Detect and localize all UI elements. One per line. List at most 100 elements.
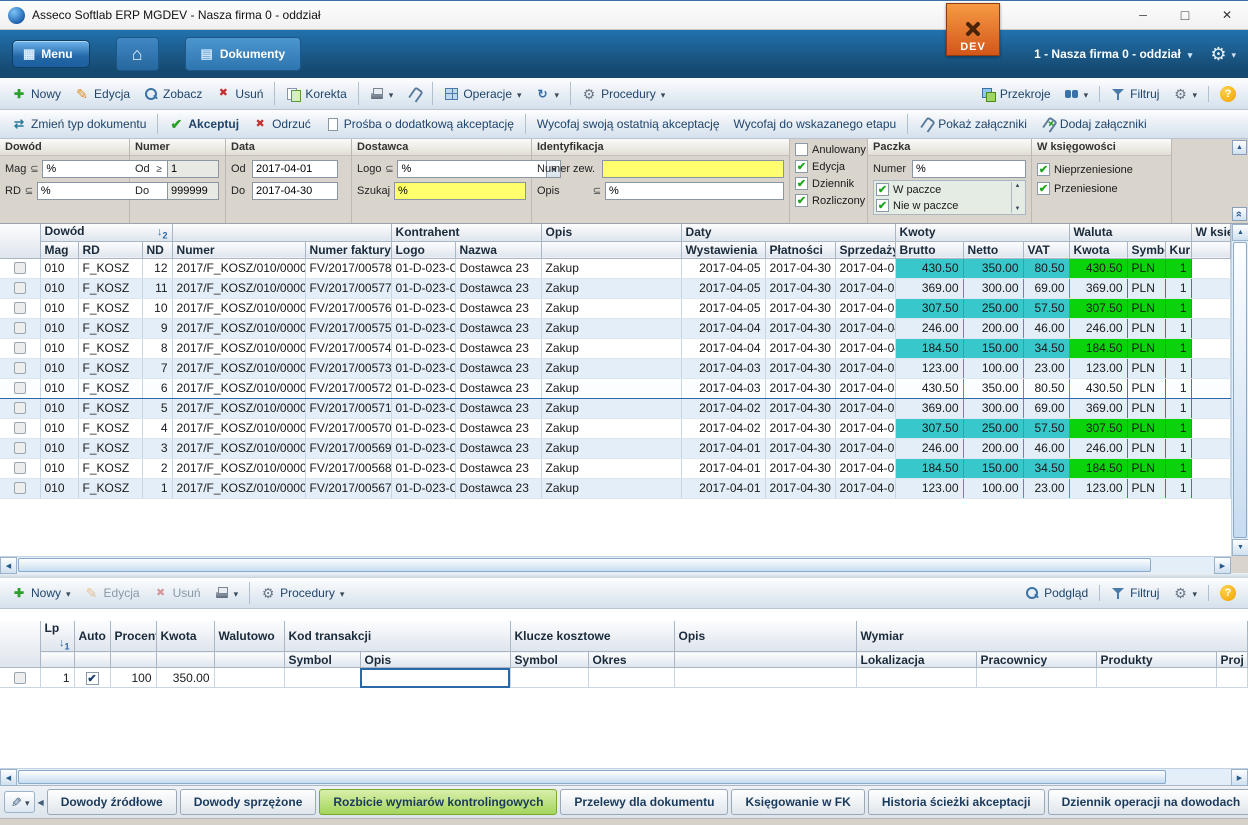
scroll-up-button[interactable]: ▲ <box>1232 224 1248 241</box>
cell-nazwa[interactable]: Dostawca 23 <box>455 338 542 359</box>
col-header-kk-symbol[interactable]: Symbol <box>510 651 589 669</box>
cell-platnosci[interactable]: 2017-04-30 <box>765 258 836 279</box>
cell-vat[interactable]: 80.50 <box>1023 377 1070 399</box>
cell-procent[interactable]: 100 <box>110 667 157 689</box>
vertical-scrollbar[interactable]: ▲ ▼ <box>1231 224 1248 556</box>
cell-numer[interactable]: 2017/F_KOSZ/010/000005 <box>172 398 306 419</box>
horizontal-scrollbar[interactable]: ◀ ▶ <box>0 556 1248 574</box>
data-od-input[interactable] <box>252 160 338 178</box>
cell-faktura[interactable]: FV/2017/00574 <box>305 338 392 359</box>
maximize-button[interactable] <box>1164 1 1206 29</box>
row-select-checkbox[interactable] <box>13 262 26 274</box>
cell-logo[interactable]: 01-D-023-C <box>391 358 456 379</box>
tab-rozbicie-wymiarów-kontrolingowych[interactable]: Rozbicie wymiarów kontrolingowych <box>319 789 558 815</box>
cell-opis[interactable]: Zakup <box>541 278 682 299</box>
col-header-procent[interactable]: Procent <box>110 621 157 653</box>
cell-wksieg[interactable] <box>1191 377 1232 399</box>
cell-vat[interactable]: 23.00 <box>1023 358 1070 379</box>
cell-netto[interactable]: 100.00 <box>963 358 1024 379</box>
procedures-button[interactable]: Procedury <box>575 83 672 105</box>
col-header-kk-okres[interactable]: Okres <box>588 651 675 669</box>
cell-kurs[interactable]: 1 <box>1165 358 1192 379</box>
group-header-klucze-kosztowe[interactable]: Klucze kosztowe <box>510 621 675 653</box>
detail-help-button[interactable] <box>1213 581 1243 605</box>
cell-nd[interactable]: 9 <box>142 318 173 339</box>
cell-logo[interactable]: 01-D-023-C <box>391 278 456 299</box>
checkbox[interactable] <box>795 143 808 156</box>
group-header-kod-transakcji[interactable]: Kod transakcji <box>284 621 511 653</box>
attachments-button[interactable] <box>400 83 428 105</box>
cell-nazwa[interactable]: Dostawca 23 <box>455 258 542 279</box>
filter-button[interactable]: Filtruj <box>1104 83 1166 105</box>
cell-netto[interactable]: 250.00 <box>963 418 1024 439</box>
cell-sprzedazy[interactable]: 2017-04-02 <box>835 398 896 419</box>
document-row[interactable]: 010F_KOSZ22017/F_KOSZ/010/000002FV/2017/… <box>0 458 1232 479</box>
cell-platnosci[interactable]: 2017-04-30 <box>765 438 836 459</box>
cell-netto[interactable]: 300.00 <box>963 278 1024 299</box>
cell-brutto[interactable]: 123.00 <box>895 358 964 379</box>
row-select-cell[interactable] <box>0 667 41 689</box>
opis-filter-input[interactable] <box>605 182 784 200</box>
checkbox[interactable] <box>1037 163 1050 176</box>
col-header-projekty[interactable]: Proj <box>1216 651 1248 669</box>
cell-platnosci[interactable]: 2017-04-30 <box>765 458 836 479</box>
company-selector[interactable]: 1 - Nasza firma 0 - oddział <box>1034 47 1192 61</box>
menu-button[interactable]: Menu <box>12 40 90 68</box>
col-header-numer[interactable]: Numer <box>172 241 306 259</box>
cell-numer[interactable]: 2017/F_KOSZ/010/000011 <box>172 278 306 299</box>
col-header-faktura[interactable]: Numer faktury <box>305 241 392 259</box>
cell-mag[interactable]: 010 <box>40 377 79 399</box>
scroll-right-button[interactable]: ▶ <box>1231 769 1248 786</box>
cell-symbol-wal[interactable]: PLN <box>1127 438 1166 459</box>
cell-mag[interactable]: 010 <box>40 398 79 419</box>
cell-opis[interactable]: Zakup <box>541 338 682 359</box>
row-select-checkbox[interactable] <box>13 402 26 414</box>
close-button[interactable] <box>1206 1 1248 29</box>
scrollbar-thumb[interactable] <box>18 770 1167 784</box>
cell-rd[interactable]: F_KOSZ <box>78 418 143 439</box>
cell-wksieg[interactable] <box>1191 438 1232 459</box>
cell-symbol-wal[interactable]: PLN <box>1127 358 1166 379</box>
group-header-wksieg[interactable]: W księg <box>1191 224 1232 242</box>
check-row[interactable]: Nieprzeniesione <box>1037 162 1166 177</box>
cell-faktura[interactable]: FV/2017/00568 <box>305 458 392 479</box>
col-header-kwota[interactable]: Kwota <box>156 621 215 653</box>
document-row[interactable]: 010F_KOSZ32017/F_KOSZ/010/000003FV/2017/… <box>0 438 1232 459</box>
col-header-platnosci[interactable]: Płatności <box>765 241 836 259</box>
cell-kwota-wal[interactable]: 123.00 <box>1069 478 1128 499</box>
cell-kurs[interactable]: 1 <box>1165 377 1192 399</box>
cell-kurs[interactable]: 1 <box>1165 318 1192 339</box>
col-header-logo[interactable]: Logo <box>391 241 456 259</box>
cell-sprzedazy[interactable]: 2017-04-01 <box>835 458 896 479</box>
select-all-header[interactable] <box>0 224 41 259</box>
cell-projekty[interactable] <box>1216 667 1248 689</box>
cell-kurs[interactable]: 1 <box>1165 458 1192 479</box>
cell-numer[interactable]: 2017/F_KOSZ/010/000004 <box>172 418 306 439</box>
cell-mag[interactable]: 010 <box>40 258 79 279</box>
check-row[interactable]: Anulowany <box>795 142 866 157</box>
cell-faktura[interactable]: FV/2017/00569 <box>305 438 392 459</box>
cell-kwota-wal[interactable]: 184.50 <box>1069 458 1128 479</box>
cell-brutto[interactable]: 369.00 <box>895 278 964 299</box>
add-attachments-button[interactable]: Dodaj załączniki <box>1034 113 1154 135</box>
row-select-cell[interactable] <box>0 438 41 459</box>
cell-numer[interactable]: 2017/F_KOSZ/010/000009 <box>172 318 306 339</box>
check-row[interactable]: W paczce <box>876 182 1009 197</box>
cell-vat[interactable]: 46.00 <box>1023 438 1070 459</box>
col-header-kurs[interactable]: Kurs <box>1165 241 1192 259</box>
chevron-down-icon[interactable] <box>389 87 394 101</box>
logo-filter-input[interactable] <box>397 160 547 178</box>
row-select-checkbox[interactable] <box>13 482 26 494</box>
col-header-symbol[interactable]: Symbol <box>1127 241 1166 259</box>
detail-grid-settings-button[interactable] <box>1166 582 1204 604</box>
operations-button[interactable]: Operacje <box>437 83 528 105</box>
cell-faktura[interactable]: FV/2017/00570 <box>305 418 392 439</box>
cell-logo[interactable]: 01-D-023-C <box>391 338 456 359</box>
chevron-down-icon[interactable] <box>555 87 560 101</box>
detail-procedures-button[interactable]: Procedury <box>254 582 351 604</box>
cell-netto[interactable]: 250.00 <box>963 298 1024 319</box>
cell-wystawienia[interactable]: 2017-04-01 <box>681 458 766 479</box>
cell-symbol-wal[interactable]: PLN <box>1127 418 1166 439</box>
row-select-cell[interactable] <box>0 358 41 379</box>
cell-logo[interactable]: 01-D-023-C <box>391 458 456 479</box>
